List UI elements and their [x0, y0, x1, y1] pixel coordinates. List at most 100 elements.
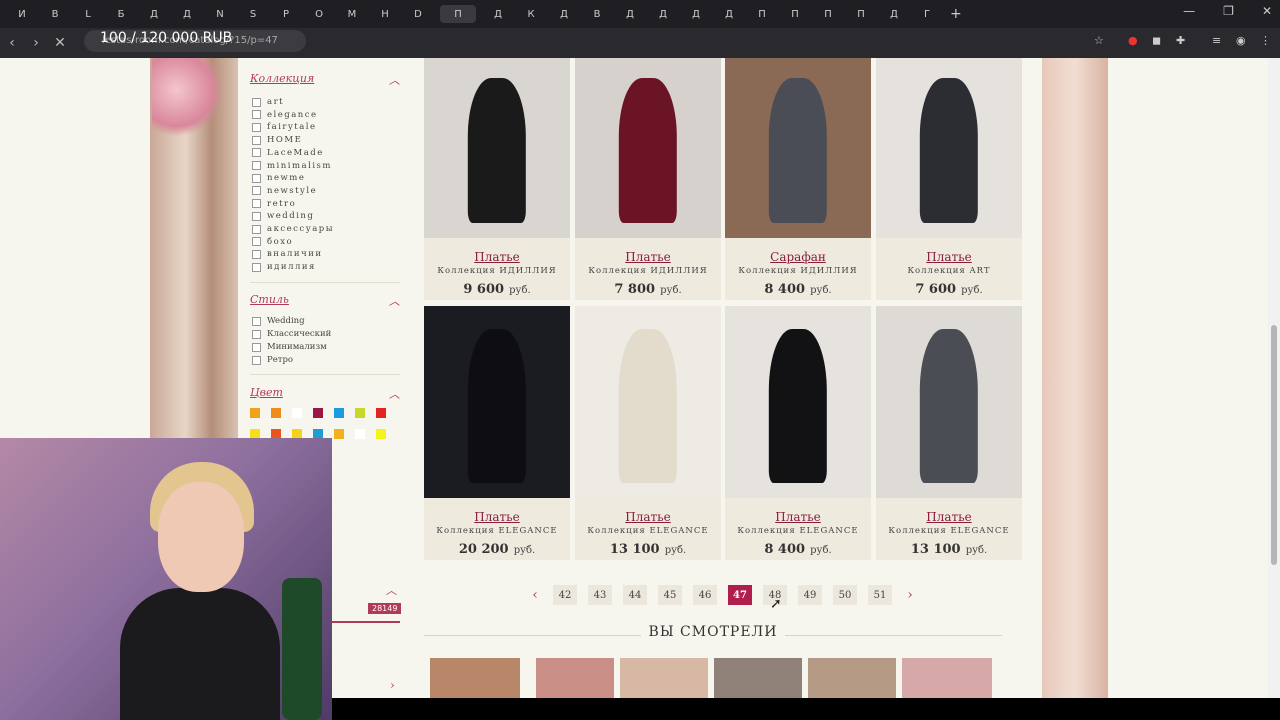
- checkbox[interactable]: [252, 224, 261, 234]
- product-name-link[interactable]: Платье: [876, 250, 1022, 264]
- restore-icon[interactable]: ❐: [1223, 4, 1234, 18]
- browser-tab[interactable]: П: [440, 5, 476, 23]
- color-swatch[interactable]: [355, 428, 365, 439]
- filter-collection-header[interactable]: Коллекция ︿: [250, 72, 400, 87]
- browser-tab[interactable]: Д: [685, 5, 707, 23]
- chevron-up-icon[interactable]: ︿: [389, 293, 400, 309]
- browser-tab[interactable]: П: [817, 5, 839, 23]
- product-photo[interactable]: [575, 306, 721, 498]
- product-name-link[interactable]: Платье: [575, 250, 721, 264]
- recent-thumb[interactable]: [430, 658, 520, 698]
- checkbox[interactable]: [252, 97, 261, 107]
- color-swatch[interactable]: [292, 408, 302, 418]
- product-name-link[interactable]: Платье: [424, 250, 570, 264]
- product-name-link[interactable]: Платье: [876, 510, 1022, 524]
- browser-tab[interactable]: Г: [916, 5, 938, 23]
- close-window-icon[interactable]: ✕: [1262, 4, 1272, 18]
- filter-option-collection[interactable]: newstyle: [252, 185, 317, 197]
- back-icon[interactable]: ‹: [0, 35, 24, 51]
- browser-tab[interactable]: Д: [652, 5, 674, 23]
- browser-tab[interactable]: Д: [619, 5, 641, 23]
- filter-option-collection[interactable]: art: [252, 96, 284, 108]
- color-swatch[interactable]: [376, 428, 386, 439]
- checkbox[interactable]: [252, 237, 261, 247]
- color-swatch[interactable]: [250, 428, 260, 439]
- color-swatch[interactable]: [313, 428, 323, 439]
- browser-tab[interactable]: Б: [110, 5, 132, 23]
- filter-option-style[interactable]: Классический: [252, 328, 331, 340]
- product-photo[interactable]: [424, 306, 570, 498]
- filter-color-header[interactable]: Цвет ︿: [250, 386, 400, 402]
- filter-option-collection[interactable]: minimalism: [252, 160, 332, 172]
- checkbox[interactable]: [252, 211, 261, 221]
- new-tab-icon[interactable]: +: [950, 6, 962, 22]
- checkbox[interactable]: [252, 148, 261, 158]
- bookmark-star-icon[interactable]: ☆: [1094, 34, 1104, 47]
- checkbox[interactable]: [252, 249, 261, 259]
- color-swatch[interactable]: [292, 428, 302, 439]
- scrollbar-thumb[interactable]: [1271, 325, 1277, 565]
- browser-tab[interactable]: N: [209, 5, 231, 23]
- recent-thumb[interactable]: [714, 658, 802, 698]
- browser-tab[interactable]: Р: [275, 5, 297, 23]
- checkbox[interactable]: [252, 329, 261, 339]
- browser-tab[interactable]: О: [308, 5, 330, 23]
- checkbox[interactable]: [252, 173, 261, 183]
- browser-tab[interactable]: Д: [883, 5, 905, 23]
- pagination-page[interactable]: 51: [868, 585, 892, 605]
- pagination-page[interactable]: 49: [798, 585, 822, 605]
- filter-option-collection[interactable]: аксессуары: [252, 223, 334, 235]
- product-name-link[interactable]: Платье: [424, 510, 570, 524]
- color-swatch[interactable]: [334, 408, 344, 418]
- product-photo[interactable]: [725, 306, 871, 498]
- filter-option-collection[interactable]: retro: [252, 198, 296, 210]
- product-card[interactable]: Платье Коллекция ИДИЛЛИЯ 7 800 руб.: [575, 58, 721, 300]
- checkbox[interactable]: [252, 186, 261, 196]
- filter-option-collection[interactable]: fairytale: [252, 121, 317, 133]
- filter-style-header[interactable]: Стиль ︿: [250, 293, 400, 309]
- filter-option-collection[interactable]: вналичии: [252, 248, 323, 260]
- color-swatch[interactable]: [334, 428, 344, 439]
- forward-icon[interactable]: ›: [24, 35, 48, 51]
- filter-option-collection[interactable]: бохо: [252, 236, 293, 248]
- pagination-page[interactable]: 45: [658, 585, 682, 605]
- recent-thumb[interactable]: [902, 658, 992, 698]
- product-photo[interactable]: [876, 58, 1022, 238]
- price-range-bar[interactable]: [330, 621, 400, 623]
- minimize-icon[interactable]: —: [1183, 4, 1195, 18]
- browser-tab[interactable]: Д: [176, 5, 198, 23]
- pagination-page[interactable]: 46: [693, 585, 717, 605]
- recent-thumb[interactable]: [620, 658, 708, 698]
- checkbox[interactable]: [252, 199, 261, 209]
- pagination-page[interactable]: 42: [553, 585, 577, 605]
- browser-tab[interactable]: К: [520, 5, 542, 23]
- pagination-page[interactable]: 47: [728, 585, 752, 605]
- browser-tab[interactable]: П: [850, 5, 872, 23]
- filter-option-collection[interactable]: LaceMade: [252, 147, 324, 159]
- product-card[interactable]: Платье Коллекция ИДИЛЛИЯ 9 600 руб.: [424, 58, 570, 300]
- chevron-up-icon[interactable]: ︿: [389, 386, 400, 402]
- product-name-link[interactable]: Платье: [575, 510, 721, 524]
- color-swatch[interactable]: [355, 408, 365, 418]
- checkbox[interactable]: [252, 262, 261, 272]
- product-card[interactable]: Платье Коллекция ELEGANCE 8 400 руб.: [725, 306, 871, 560]
- pagination-prev-icon[interactable]: ‹: [528, 587, 542, 603]
- browser-tab[interactable]: Н: [374, 5, 396, 23]
- color-swatch[interactable]: [313, 408, 323, 418]
- checkbox[interactable]: [252, 161, 261, 170]
- browser-tab[interactable]: П: [784, 5, 806, 23]
- browser-menu-icon[interactable]: ⋮: [1260, 34, 1271, 47]
- filter-option-style[interactable]: Минимализм: [252, 341, 327, 353]
- filter-option-style[interactable]: Ретро: [252, 354, 293, 366]
- chevron-right-icon[interactable]: ›: [390, 678, 395, 692]
- product-card[interactable]: Платье Коллекция ELEGANCE 20 200 руб.: [424, 306, 570, 560]
- filter-option-collection[interactable]: elegance: [252, 109, 318, 121]
- product-name-link[interactable]: Платье: [725, 510, 871, 524]
- browser-tab[interactable]: М: [341, 5, 363, 23]
- puzzle-icon[interactable]: ✚: [1176, 34, 1185, 47]
- browser-tab[interactable]: D: [407, 5, 429, 23]
- browser-tab[interactable]: П: [751, 5, 773, 23]
- color-swatch[interactable]: [271, 428, 281, 439]
- browser-tab[interactable]: Д: [718, 5, 740, 23]
- product-photo[interactable]: [725, 58, 871, 238]
